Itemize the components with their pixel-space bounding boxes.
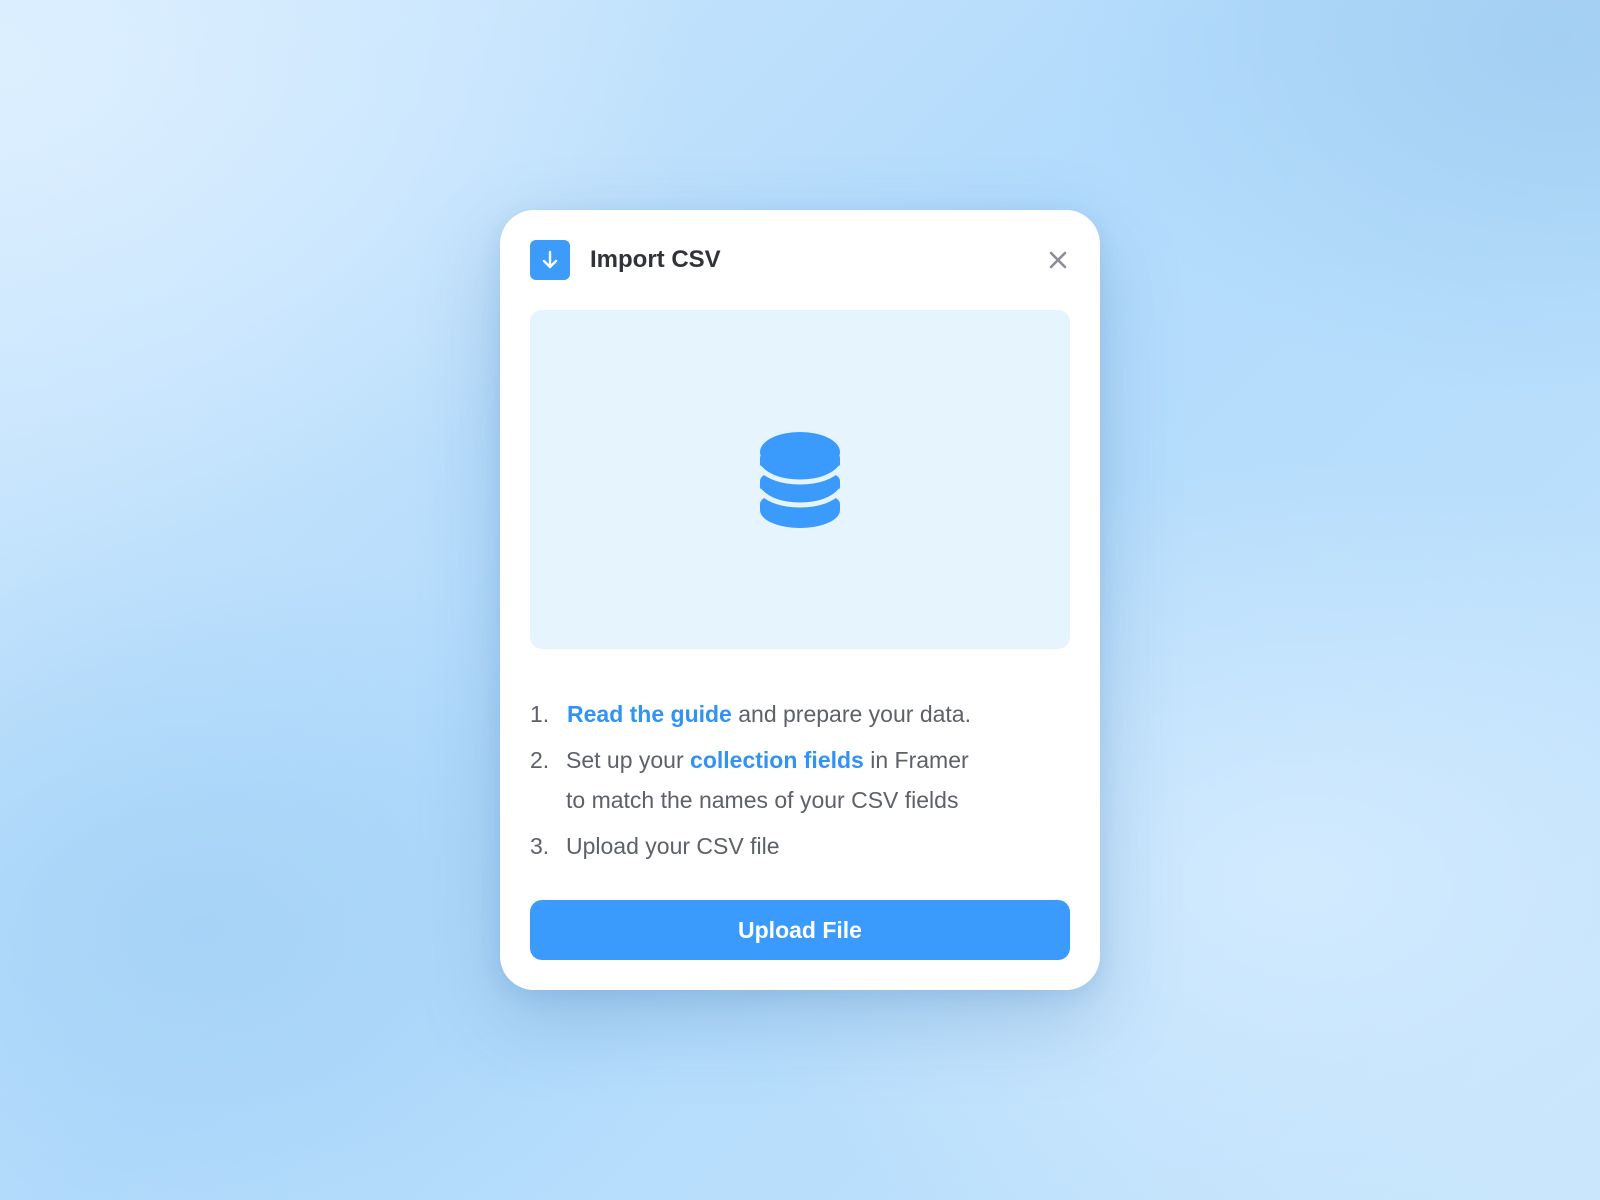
- step-number: 3.: [530, 833, 550, 859]
- step-number: 1.: [530, 701, 550, 727]
- instructions-list: 1. Read the guide and prepare your data.…: [530, 694, 1070, 872]
- list-item: 2. Set up your collection fields in Fram…: [530, 740, 1070, 820]
- preview-area: [530, 310, 1070, 649]
- database-icon: [758, 431, 842, 528]
- step-text-prefix: Set up your: [566, 747, 691, 773]
- step-text: Set up your collection fields in Framer t…: [566, 740, 1070, 820]
- read-guide-link[interactable]: Read the guide: [567, 701, 732, 727]
- arrow-down-icon: [542, 250, 558, 269]
- close-button[interactable]: [1046, 248, 1070, 272]
- step-number: 2.: [530, 747, 550, 773]
- import-icon-badge: [530, 240, 570, 280]
- close-icon: [1049, 251, 1067, 269]
- step-text: Read the guide and prepare your data.: [566, 694, 1070, 734]
- collection-fields-link[interactable]: collection fields: [690, 747, 864, 773]
- step-text-line2: to match the names of your CSV fields: [566, 787, 959, 813]
- list-item: 3. Upload your CSV file: [530, 826, 1070, 866]
- dialog-title: Import CSV: [590, 246, 721, 273]
- import-csv-dialog: Import CSV 1. Read the guide and prepare…: [500, 210, 1100, 990]
- list-item: 1. Read the guide and prepare your data.: [530, 694, 1070, 734]
- step-text-suffix: and prepare your data.: [731, 701, 971, 727]
- step-text-suffix: in Framer: [863, 747, 969, 773]
- step-text: Upload your CSV file: [566, 833, 780, 859]
- upload-file-button[interactable]: Upload File: [530, 900, 1070, 960]
